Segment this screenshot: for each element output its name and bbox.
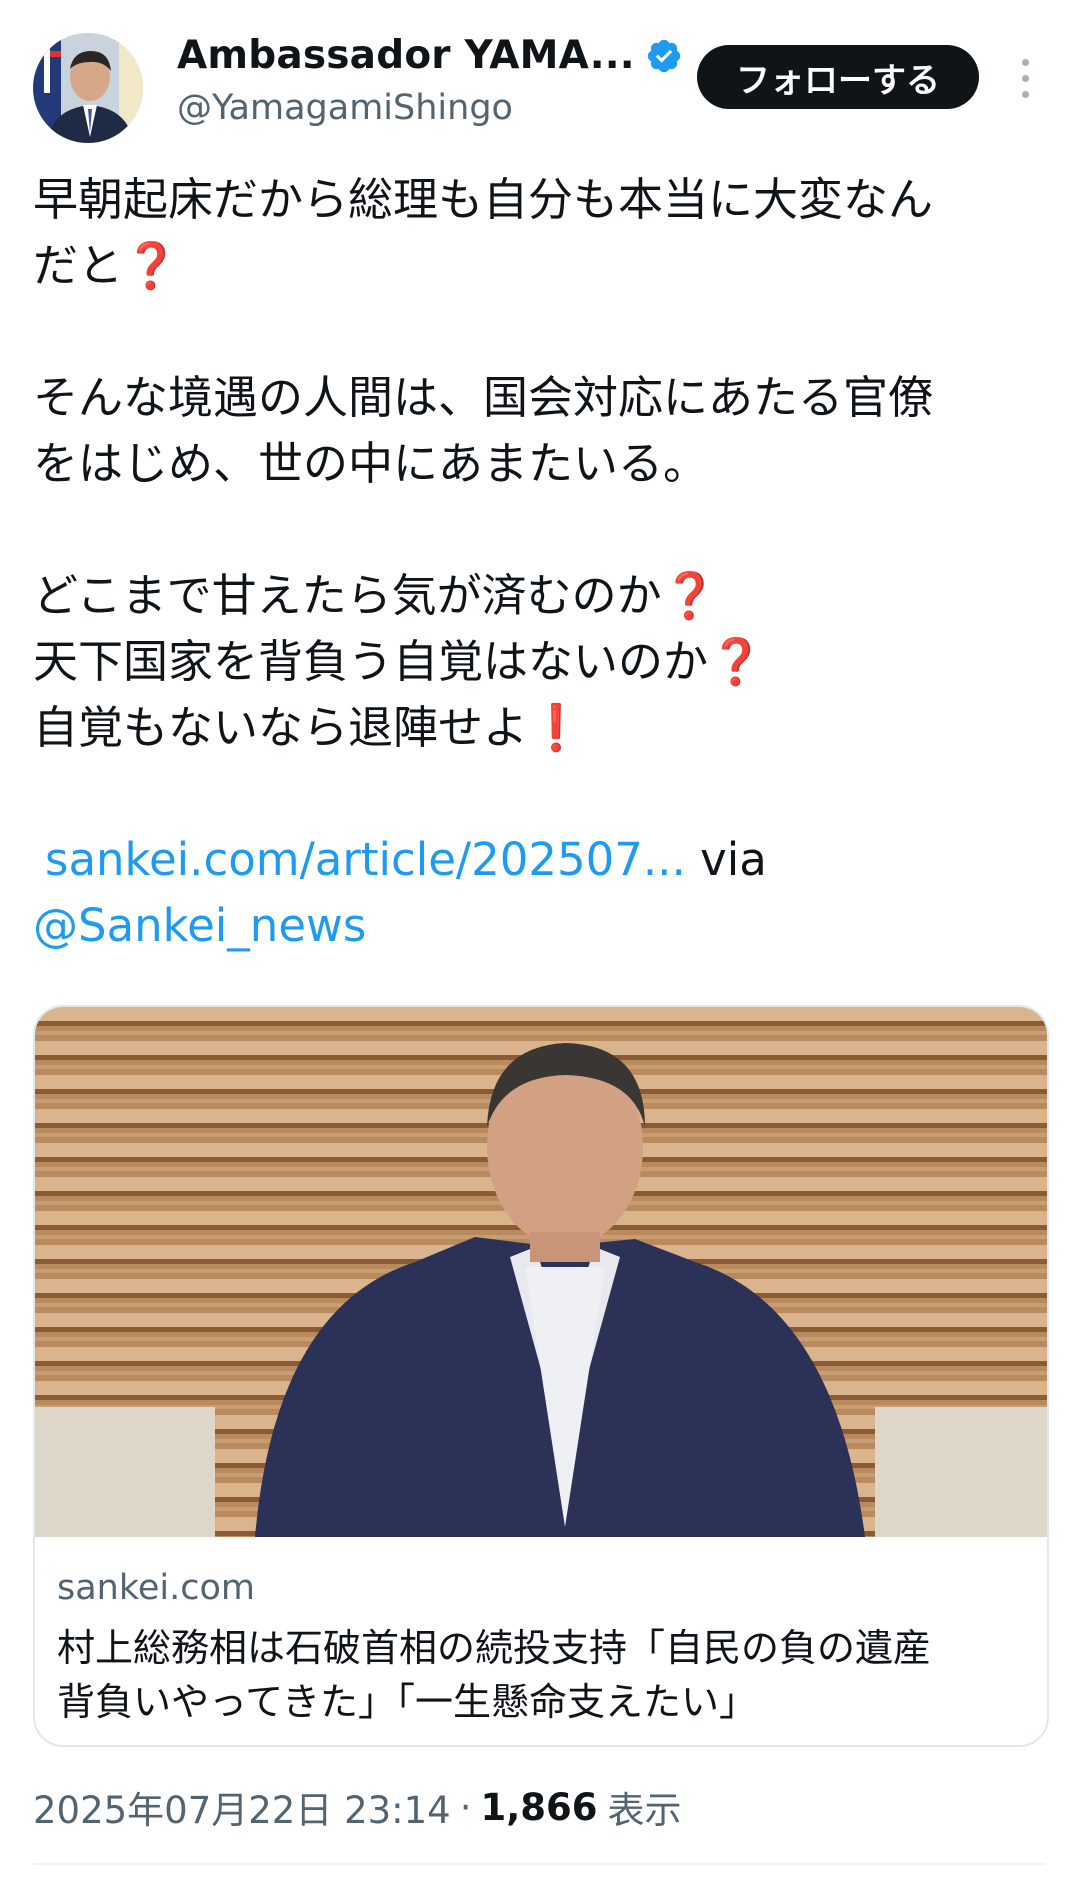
article-link[interactable]: sankei.com/article/202507... <box>45 833 686 886</box>
text-fragment: 天下国家を背負う自覚はないのか <box>33 635 709 688</box>
name-row: Ambassador YAMA... <box>177 33 683 78</box>
divider <box>33 1863 1045 1865</box>
link-card[interactable]: sankei.com 村上総務相は石破首相の続投支持「自民の負の遺産 背負いやっ… <box>33 1005 1049 1747</box>
card-image <box>35 1007 1047 1537</box>
tweet-body: 早朝起床だから総理も自分も本当に大変なん だと❓ そんな境遇の人間は、国会対応に… <box>33 167 1043 959</box>
views-count: 1,866 <box>480 1785 598 1829</box>
avatar[interactable] <box>33 33 143 143</box>
text-line-with-mark: だと❓ <box>33 233 1043 299</box>
mention-line: @Sankei_news <box>33 893 1043 959</box>
text-fragment: 自覚もないなら退陣せよ <box>33 701 529 754</box>
text-line: そんな境遇の人間は、国会対応にあたる官僚 <box>33 371 934 424</box>
card-title-line: 背負いやってきた」「一生懸命支えたい」 <box>57 1680 757 1724</box>
text-line-with-mark: どこまで甘えたら気が済むのか❓ <box>33 563 1043 629</box>
exclamation-mark-icon: ❗ <box>528 701 585 754</box>
link-line: sankei.com/article/202507... via <box>33 827 1043 893</box>
text-line-with-mark: 自覚もないなら退陣せよ❗ <box>33 695 1043 761</box>
mention-link[interactable]: @Sankei_news <box>33 899 366 952</box>
verified-badge-icon <box>647 39 681 72</box>
via-text: via <box>685 833 767 886</box>
card-title: 村上総務相は石破首相の続投支持「自民の負の遺産 背負いやってきた」「一生懸命支え… <box>57 1621 1025 1729</box>
card-domain: sankei.com <box>57 1568 256 1608</box>
user-handle[interactable]: @YamagamiShingo <box>177 88 513 128</box>
question-mark-icon: ❓ <box>708 635 765 688</box>
tweet-meta: 2025年07月22日 23:14 · 1,866 表示 <box>33 1780 682 1834</box>
card-title-line: 村上総務相は石破首相の続投支持「自民の負の遺産 <box>57 1626 932 1670</box>
question-mark-icon: ❓ <box>123 239 180 292</box>
follow-button[interactable]: フォローする <box>697 45 979 109</box>
timestamp[interactable]: 2025年07月22日 23:14 <box>33 1780 451 1834</box>
views-label: 表示 <box>607 1789 682 1832</box>
text-line: 早朝起床だから総理も自分も本当に大変なん <box>33 173 934 226</box>
text-line: をはじめ、世の中にあまたいる。 <box>33 437 709 490</box>
text-line-with-mark: 天下国家を背負う自覚はないのか❓ <box>33 629 1043 695</box>
tweet-header: Ambassador YAMA... @YamagamiShingo フォローす… <box>0 0 1080 150</box>
display-name[interactable]: Ambassador YAMA... <box>177 33 635 78</box>
more-dots-icon[interactable] <box>1010 55 1040 101</box>
text-fragment: だと <box>33 239 124 292</box>
text-fragment: どこまで甘えたら気が済むのか <box>33 569 662 622</box>
question-mark-icon: ❓ <box>661 569 718 622</box>
card-meta: sankei.com 村上総務相は石破首相の続投支持「自民の負の遺産 背負いやっ… <box>57 1565 1025 1729</box>
separator: · <box>459 1785 472 1829</box>
